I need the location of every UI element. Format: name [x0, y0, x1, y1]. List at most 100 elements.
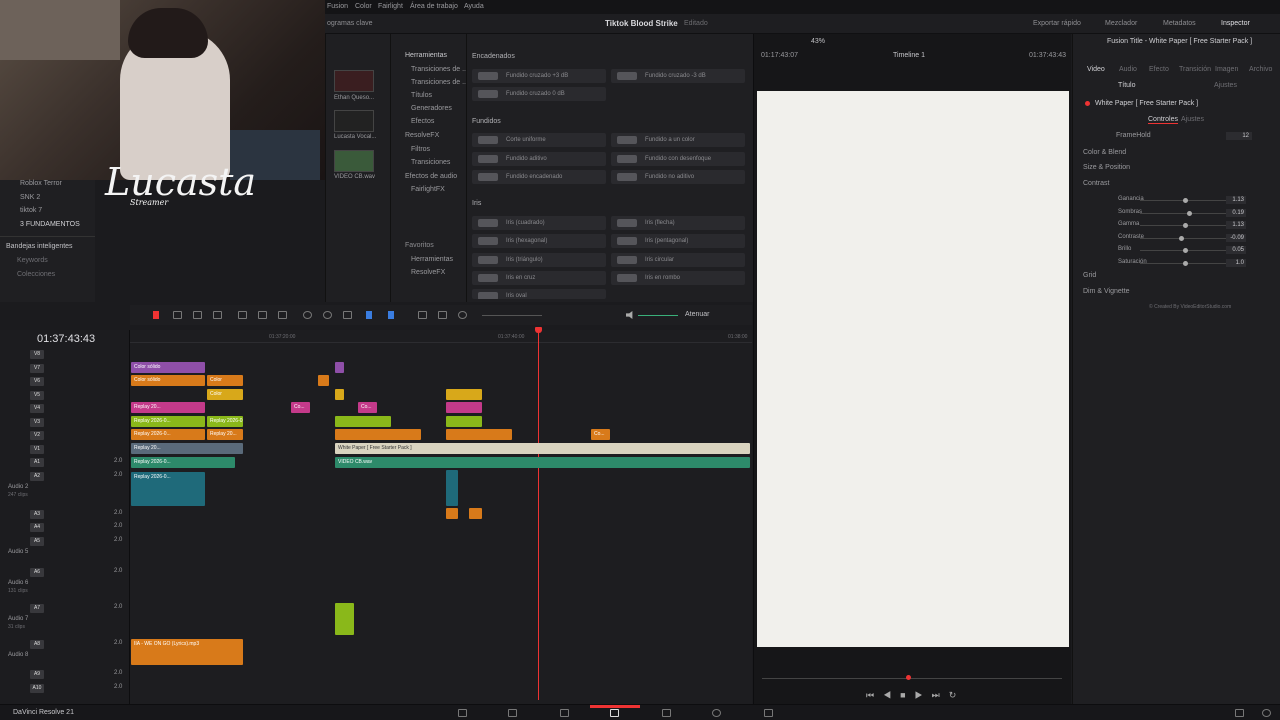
timeline-clip[interactable]: [446, 429, 512, 440]
video-track-header[interactable]: V4: [0, 402, 130, 415]
quick-export-button[interactable]: Exportar rápido: [1033, 20, 1081, 27]
tree-favorites[interactable]: Favoritos: [405, 242, 434, 249]
edit-page-icon[interactable]: [560, 709, 569, 717]
keywords-tab[interactable]: ogramas clave: [327, 20, 373, 27]
tree-item[interactable]: Transiciones de ...: [411, 79, 468, 86]
inspector-button[interactable]: Inspector: [1221, 20, 1250, 27]
audio-track-header[interactable]: A1 2.0: [0, 456, 130, 469]
param-slider-knob[interactable]: [1183, 248, 1188, 253]
audio-track-header[interactable]: A5 2.0: [0, 535, 130, 548]
effect-tile[interactable]: Iris en rombo: [611, 271, 745, 285]
flag-icon[interactable]: [366, 311, 372, 319]
timeline-clip[interactable]: [335, 389, 344, 400]
track-volume[interactable]: 2.0: [114, 684, 122, 690]
collections-bin[interactable]: Colecciones: [17, 271, 55, 278]
audio-clip[interactable]: Replay 2026-0...: [131, 457, 235, 468]
timeline-clip[interactable]: [335, 603, 354, 635]
menu-help[interactable]: Ayuda: [464, 3, 484, 10]
tree-fav-item[interactable]: Herramientas: [411, 256, 453, 263]
zoom-detail-icon[interactable]: [438, 311, 447, 319]
track-volume[interactable]: 2.0: [114, 640, 122, 646]
menu-fusion[interactable]: Fusion: [327, 3, 348, 10]
marker-icon[interactable]: [388, 311, 394, 319]
effect-tile[interactable]: Fundido cruzado -3 dB: [611, 69, 745, 83]
ctrl-tab-settings[interactable]: Ajustes: [1181, 116, 1204, 123]
tree-tools[interactable]: Herramientas: [405, 52, 447, 59]
param-slider-knob[interactable]: [1183, 260, 1188, 266]
timeline-clip[interactable]: Co...: [591, 429, 610, 440]
timeline-clip[interactable]: [318, 375, 329, 386]
timeline-clip[interactable]: Color: [207, 389, 243, 400]
link-icon[interactable]: [323, 311, 332, 319]
effect-tile[interactable]: Fundido encadenado: [472, 170, 606, 184]
param-value[interactable]: 1.13: [1226, 196, 1246, 204]
transport-controls[interactable]: ⏮◀■▶⏭↻: [866, 690, 965, 701]
menu-color[interactable]: Color: [355, 3, 372, 10]
effect-tile[interactable]: Iris (flecha): [611, 216, 745, 230]
volume-icon[interactable]: [626, 311, 633, 319]
white-paper-clip[interactable]: White Paper [ Free Starter Pack ]: [335, 443, 750, 454]
audio-track-header[interactable]: A6 2.0: [0, 566, 130, 579]
audio-clip[interactable]: Replay 2026-0...: [131, 472, 205, 506]
timeline-clip[interactable]: [335, 362, 344, 373]
timeline-clip[interactable]: Color sólido: [131, 362, 205, 373]
section-color-blend[interactable]: Color & Blend: [1083, 149, 1126, 156]
param-value[interactable]: 0.19: [1226, 208, 1246, 217]
video-track-header[interactable]: V3: [0, 416, 130, 429]
tab-file[interactable]: Archivo: [1249, 66, 1272, 73]
track-volume[interactable]: 2.0: [114, 568, 122, 574]
tab-image[interactable]: Imagen: [1215, 66, 1238, 73]
timeline-clip[interactable]: Co...: [291, 402, 310, 413]
blade-tool-icon[interactable]: [193, 311, 202, 319]
timeline-clip[interactable]: [446, 416, 482, 427]
effect-tile[interactable]: Iris (hexagonal): [472, 234, 606, 248]
param-slider-knob[interactable]: [1178, 235, 1184, 241]
timeline-clip[interactable]: Replay 2026-0...: [131, 429, 205, 440]
effect-tile[interactable]: Fundido cruzado 0 dB: [472, 87, 606, 101]
param-slider-knob[interactable]: [1187, 210, 1193, 216]
tab-transition[interactable]: Transición: [1179, 66, 1211, 73]
tree-item[interactable]: Filtros: [411, 146, 430, 153]
effect-tile[interactable]: Corte uniforme: [472, 133, 606, 147]
track-volume[interactable]: 2.0: [114, 472, 122, 478]
tree-item[interactable]: Transiciones de ...: [411, 66, 468, 73]
keywords-bin[interactable]: Keywords: [17, 257, 48, 264]
track-volume[interactable]: 2.0: [114, 670, 122, 676]
tree-item[interactable]: Transiciones: [411, 159, 450, 166]
bin-item-selected[interactable]: 3 FUNDAMENTOS: [20, 221, 80, 228]
color-page-icon[interactable]: [662, 709, 671, 717]
viewer-playhead[interactable]: [906, 675, 911, 680]
timeline-clip[interactable]: [446, 508, 458, 519]
tree-item[interactable]: ResolveFX: [405, 132, 439, 139]
menu-workspace[interactable]: Área de trabajo: [410, 3, 458, 10]
tree-item[interactable]: Generadores: [411, 105, 452, 112]
video-track-header[interactable]: V1: [0, 443, 130, 456]
effect-tile[interactable]: Fundido cruzado +3 dB: [472, 69, 606, 83]
fairlight-page-icon[interactable]: [712, 709, 721, 717]
timeline-clip[interactable]: [335, 429, 421, 440]
section-dim-vignette[interactable]: Dim & Vignette: [1083, 288, 1130, 295]
dynamic-trim-icon[interactable]: [213, 311, 222, 319]
section-contrast[interactable]: Contrast: [1083, 180, 1109, 187]
ctrl-tab-controls[interactable]: Controles: [1148, 116, 1178, 124]
tree-fav-item[interactable]: ResolveFX: [411, 269, 445, 276]
param-slider[interactable]: [1140, 210, 1230, 216]
playhead-handle[interactable]: [535, 327, 542, 333]
audio-clip[interactable]: [446, 470, 458, 506]
cut-page-icon[interactable]: [508, 709, 517, 717]
param-slider[interactable]: [1140, 223, 1230, 228]
deliver-page-icon[interactable]: [764, 709, 773, 717]
viewer-scrubber[interactable]: [762, 678, 1062, 679]
section-size-position[interactable]: Size & Position: [1083, 164, 1130, 171]
param-slider[interactable]: [1140, 235, 1230, 241]
framehold-value[interactable]: 12: [1226, 132, 1252, 140]
timeline-clip[interactable]: Replay 20...: [131, 443, 243, 454]
timeline-clip[interactable]: Replay 2026-0...: [131, 416, 205, 427]
subtab-title[interactable]: Título: [1118, 82, 1136, 89]
video-track-header[interactable]: V6: [0, 375, 130, 388]
audio-track-header[interactable]: A4 2.0: [0, 521, 130, 534]
param-slider[interactable]: [1140, 198, 1230, 203]
video-track-header[interactable]: V5: [0, 389, 130, 402]
track-volume[interactable]: 2.0: [114, 510, 122, 516]
effect-tile[interactable]: Iris (triángulo): [472, 253, 606, 267]
